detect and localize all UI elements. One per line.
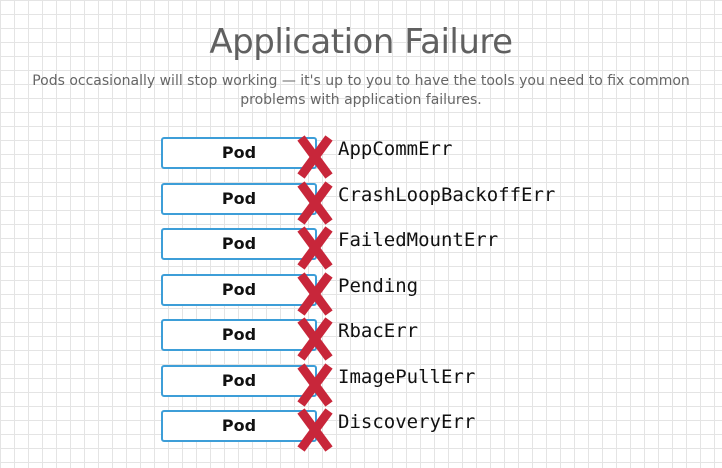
error-label: DiscoveryErr [338, 411, 476, 433]
failure-row: Pod Pending [161, 270, 581, 319]
pod-box: Pod [161, 364, 317, 397]
failure-x-icon [295, 270, 335, 318]
error-label: Pending [338, 274, 419, 297]
failure-x-icon [295, 315, 335, 363]
error-label: CrashLoopBackoffErr [338, 183, 556, 206]
pod-box: Pod [161, 137, 317, 169]
error-label: RbacErr [338, 320, 419, 342]
error-label: ImagePullErr [338, 365, 476, 388]
failure-row: Pod CrashLoopBackoffErr [161, 179, 581, 228]
diagram-title: Application Failure [209, 22, 513, 62]
pod-box: Pod [161, 410, 317, 442]
pod-box: Pod [161, 182, 317, 215]
pod-box: Pod [161, 228, 317, 260]
failure-x-icon [295, 406, 335, 454]
failure-x-icon [295, 179, 335, 227]
failure-x-icon [295, 224, 335, 272]
failure-list: Pod AppCommErr Pod CrashLoopBackoffErr Pod Fa… [161, 133, 581, 455]
failure-row: Pod AppCommErr [161, 133, 581, 182]
failure-row: Pod ImagePullErr [161, 361, 581, 410]
error-label: AppCommErr [338, 138, 453, 160]
failure-x-icon [295, 361, 335, 409]
error-label: FailedMountErr [338, 229, 499, 251]
failure-x-icon [295, 133, 335, 181]
diagram-subtitle: Pods occasionally will stop working — it… [32, 73, 690, 108]
failure-row: Pod FailedMountErr [161, 224, 581, 273]
pod-box: Pod [161, 319, 317, 351]
pod-box: Pod [161, 273, 317, 306]
failure-row: Pod DiscoveryErr [161, 406, 581, 455]
failure-row: Pod RbacErr [161, 315, 581, 364]
